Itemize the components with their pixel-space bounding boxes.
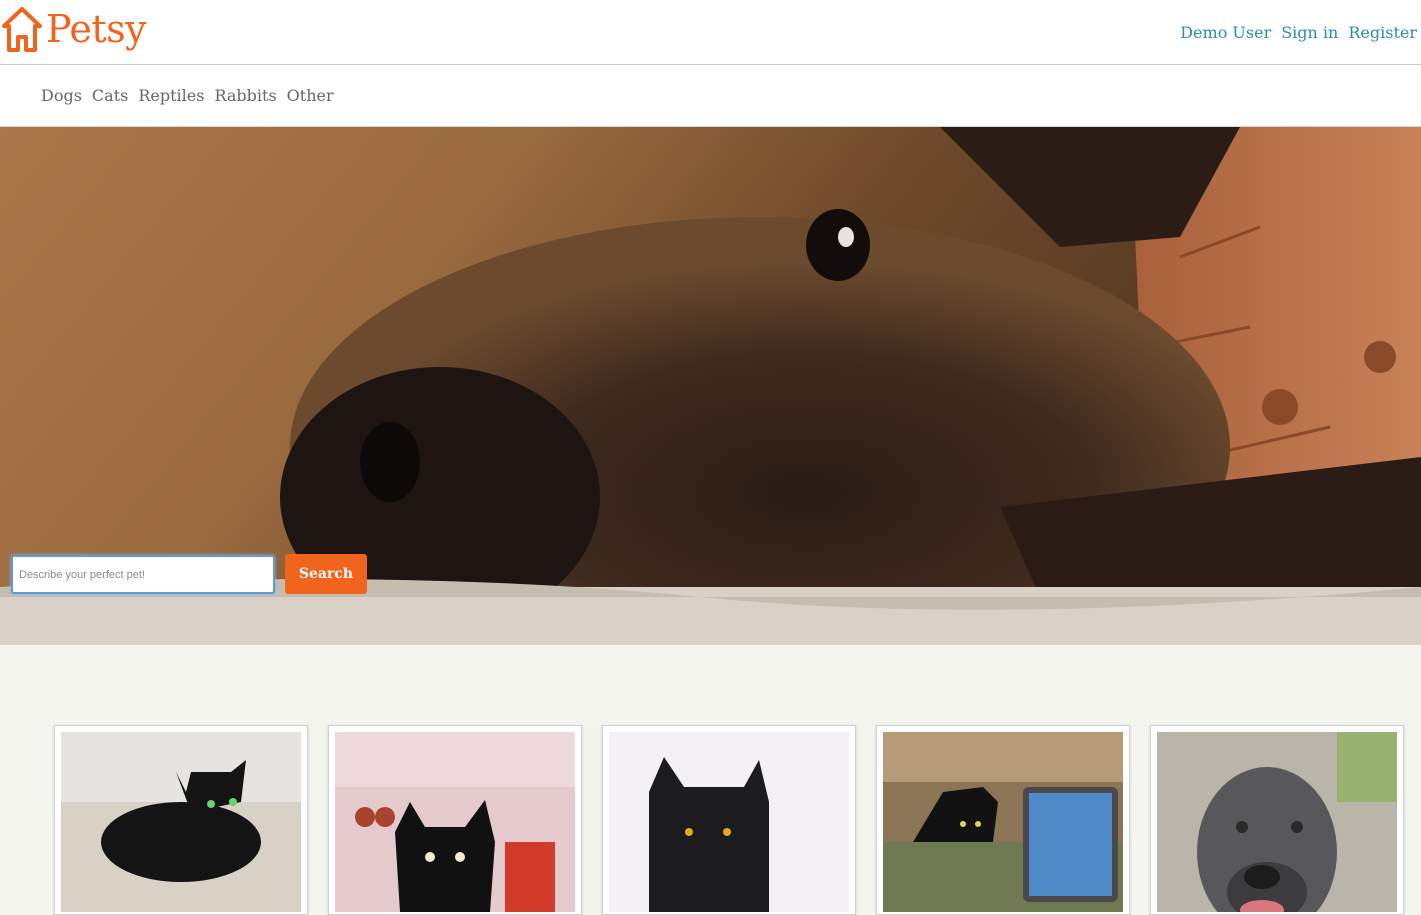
category-rabbits[interactable]: Rabbits (214, 86, 276, 105)
listing-card[interactable] (1150, 725, 1404, 915)
user-links: Demo User Sign in Register (1180, 23, 1417, 42)
hero-banner: Search (0, 127, 1421, 645)
listing-photo-black-cat-pink-room (335, 732, 575, 912)
house-icon (2, 7, 42, 52)
category-cats[interactable]: Cats (92, 86, 128, 105)
category-nav: Dogs Cats Reptiles Rabbits Other (0, 65, 1421, 127)
demo-user-link[interactable]: Demo User (1180, 23, 1271, 42)
listing-photo-black-cat-tablet (883, 732, 1123, 912)
listing-photo-grey-pitbull-car (1157, 732, 1397, 912)
logo[interactable]: Petsy (2, 6, 147, 52)
listings-grid (0, 645, 1421, 915)
listing-photo-black-cat-bright (609, 732, 849, 912)
category-reptiles[interactable]: Reptiles (138, 86, 204, 105)
category-other[interactable]: Other (287, 86, 334, 105)
listing-card[interactable] (602, 725, 856, 915)
sign-in-link[interactable]: Sign in (1281, 23, 1338, 42)
search-input[interactable] (11, 555, 275, 594)
register-link[interactable]: Register (1348, 23, 1417, 42)
category-dogs[interactable]: Dogs (41, 86, 82, 105)
logo-text: Petsy (46, 7, 147, 51)
listing-photo-black-cat-bed (61, 732, 301, 912)
listing-card[interactable] (54, 725, 308, 915)
listing-card[interactable] (876, 725, 1130, 915)
site-header: Petsy Demo User Sign in Register (0, 0, 1421, 65)
search-button[interactable]: Search (285, 554, 367, 594)
listing-card[interactable] (328, 725, 582, 915)
